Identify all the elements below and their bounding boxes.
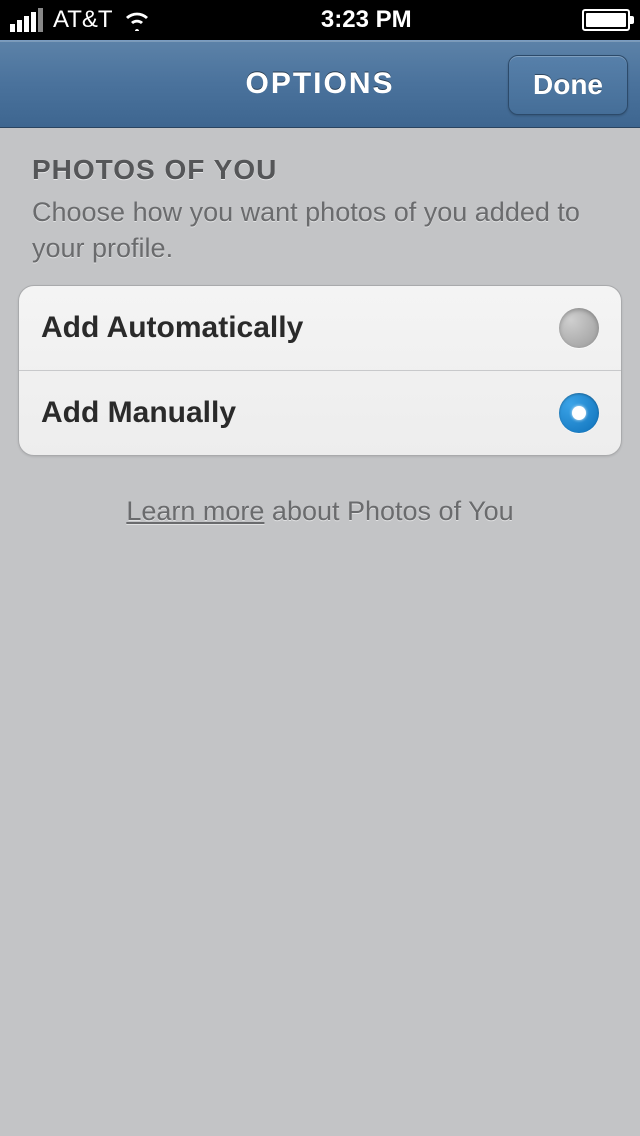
carrier-label: AT&T bbox=[53, 6, 113, 34]
page-title: OPTIONS bbox=[245, 67, 394, 101]
status-right bbox=[582, 9, 630, 31]
status-left: AT&T bbox=[10, 6, 151, 34]
option-add-manually[interactable]: Add Manually bbox=[19, 371, 621, 455]
learn-more-rest: about Photos of You bbox=[264, 496, 513, 526]
status-bar: AT&T 3:23 PM bbox=[0, 0, 640, 40]
option-add-automatically[interactable]: Add Automatically bbox=[19, 286, 621, 371]
learn-more-text: Learn more about Photos of You bbox=[18, 496, 622, 527]
battery-icon bbox=[582, 9, 630, 31]
section-title: PHOTOS OF YOU bbox=[18, 154, 622, 186]
wifi-icon bbox=[123, 9, 151, 31]
content-area: PHOTOS OF YOU Choose how you want photos… bbox=[0, 128, 640, 527]
option-group: Add Automatically Add Manually bbox=[18, 285, 622, 456]
radio-selected-icon bbox=[559, 393, 599, 433]
done-button[interactable]: Done bbox=[508, 55, 628, 115]
option-label: Add Manually bbox=[41, 396, 236, 430]
signal-icon bbox=[10, 8, 43, 32]
option-label: Add Automatically bbox=[41, 311, 303, 345]
radio-unselected-icon bbox=[559, 308, 599, 348]
section-subtitle: Choose how you want photos of you added … bbox=[18, 194, 622, 267]
learn-more-link[interactable]: Learn more bbox=[126, 496, 264, 526]
status-time: 3:23 PM bbox=[321, 6, 412, 34]
navbar: OPTIONS Done bbox=[0, 40, 640, 128]
